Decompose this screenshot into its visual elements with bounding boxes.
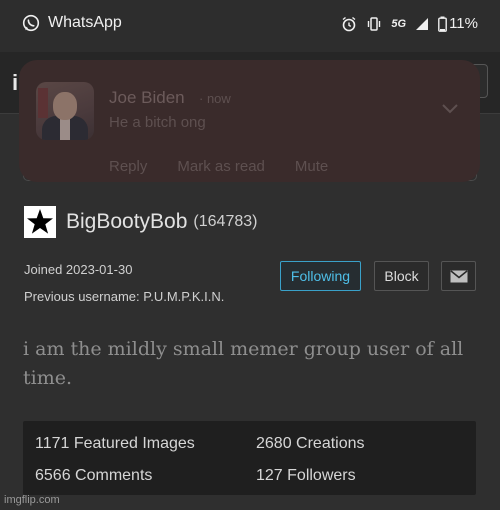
vibrate-icon [368,16,381,31]
mute-button[interactable]: Mute [295,158,328,175]
stats-panel: 1171 Featured Images 2680 Creations 6566… [23,421,476,495]
stat-featured-images[interactable]: 1171 Featured Images [35,435,195,453]
previous-username: Previous username: P.U.M.P.K.I.N. [24,289,225,304]
status-app-name: WhatsApp [48,14,122,31]
battery-icon [438,16,447,32]
app-logo-letter: i [12,70,19,95]
star-icon [24,206,56,238]
whatsapp-icon [22,14,40,32]
notification-message: He a bitch ong [109,114,206,131]
notification-actions: Reply Mark as read Mute [109,158,328,175]
stat-comments[interactable]: 6566 Comments [35,467,152,485]
stat-creations[interactable]: 2680 Creations [256,435,365,453]
notification-sender: Joe Biden [109,88,185,107]
avatar-face [53,92,77,120]
mail-icon [449,269,468,282]
status-bar-left: WhatsApp [22,14,122,32]
signal-icon [416,17,429,30]
notification-popup[interactable]: Joe Biden · now He a bitch ong Reply Mar… [19,60,480,182]
notification-time: · now [199,91,231,106]
following-button[interactable]: Following [280,261,361,291]
profile-name-row: BigBootyBob (164783) [24,206,257,238]
alarm-icon [342,16,356,31]
battery-percent: 11% [449,15,478,32]
status-bar-right: 5G 11% [341,15,478,32]
joined-date: Joined 2023-01-30 [24,262,133,277]
sender-avatar [36,82,94,140]
imgflip-watermark: imgflip.com [4,494,60,506]
profile-username[interactable]: BigBootyBob [66,210,187,234]
reply-button[interactable]: Reply [109,158,147,175]
avatar-flag [38,88,48,118]
message-button[interactable] [441,261,476,291]
stat-followers[interactable]: 127 Followers [256,467,356,485]
block-button[interactable]: Block [374,261,429,291]
profile-bio: i am the mildly small memer group user o… [23,338,464,389]
network-type: 5G [391,17,407,30]
battery-indicator: 11% [438,15,478,32]
chevron-down-icon[interactable] [442,104,458,114]
profile-user-id: (164783) [193,213,258,230]
status-bar: WhatsApp 5G 11% [0,0,500,52]
mark-as-read-button[interactable]: Mark as read [177,158,265,175]
